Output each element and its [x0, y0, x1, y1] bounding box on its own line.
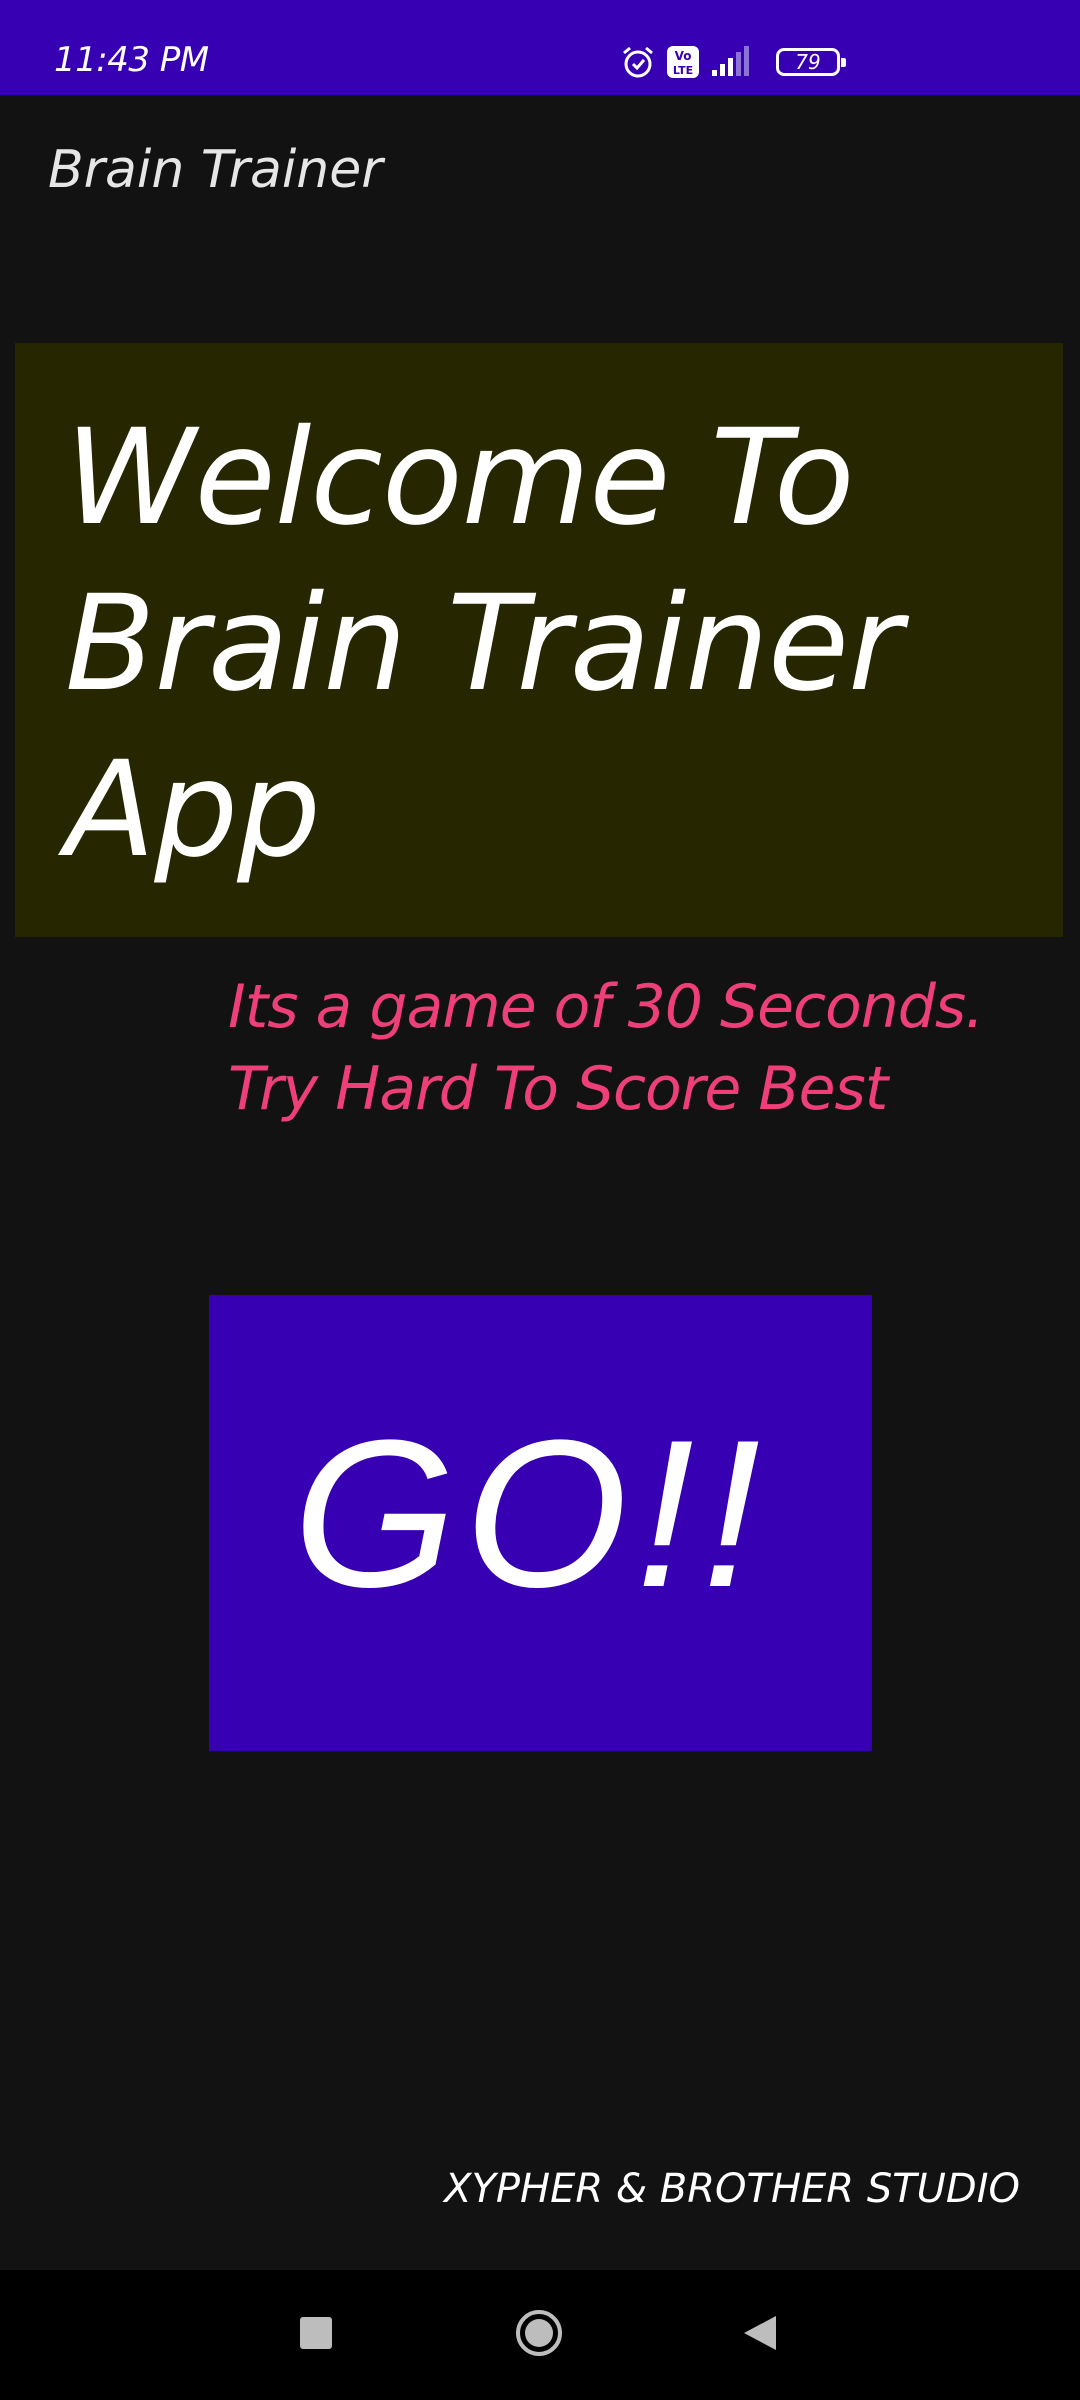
go-button-label: GO!! [293, 1396, 769, 1631]
go-button[interactable]: GO!! [209, 1295, 872, 1751]
studio-credit: XYPHER & BROTHER STUDIO [444, 2166, 1020, 2212]
home-icon [514, 2308, 564, 2362]
svg-text:LTE: LTE [673, 64, 693, 77]
home-button[interactable] [479, 2270, 599, 2400]
volte-icon: Vo LTE [666, 45, 700, 79]
navigation-bar [0, 2270, 1080, 2400]
status-time: 11:43 PM [54, 40, 209, 80]
screen: 11:43 PM Vo LTE 79 Brain Trainer Welcome… [0, 0, 1080, 2400]
back-icon [742, 2314, 778, 2356]
signal-icon [710, 46, 752, 78]
welcome-heading: Welcome To Brain Trainer App [65, 401, 902, 887]
back-button[interactable] [700, 2270, 820, 2400]
svg-text:Vo: Vo [675, 49, 692, 63]
recents-button[interactable] [256, 2270, 376, 2400]
app-title: Brain Trainer [48, 140, 383, 200]
status-icons: Vo LTE 79 [620, 42, 846, 82]
alarm-icon [620, 44, 656, 80]
battery-icon: 79 [776, 48, 846, 76]
welcome-panel: Welcome To Brain Trainer App [15, 343, 1063, 937]
game-description: Its a game of 30 Seconds. Try Hard To Sc… [228, 972, 984, 1124]
recents-icon [299, 2316, 333, 2354]
status-bar: 11:43 PM Vo LTE 79 [0, 0, 1080, 95]
